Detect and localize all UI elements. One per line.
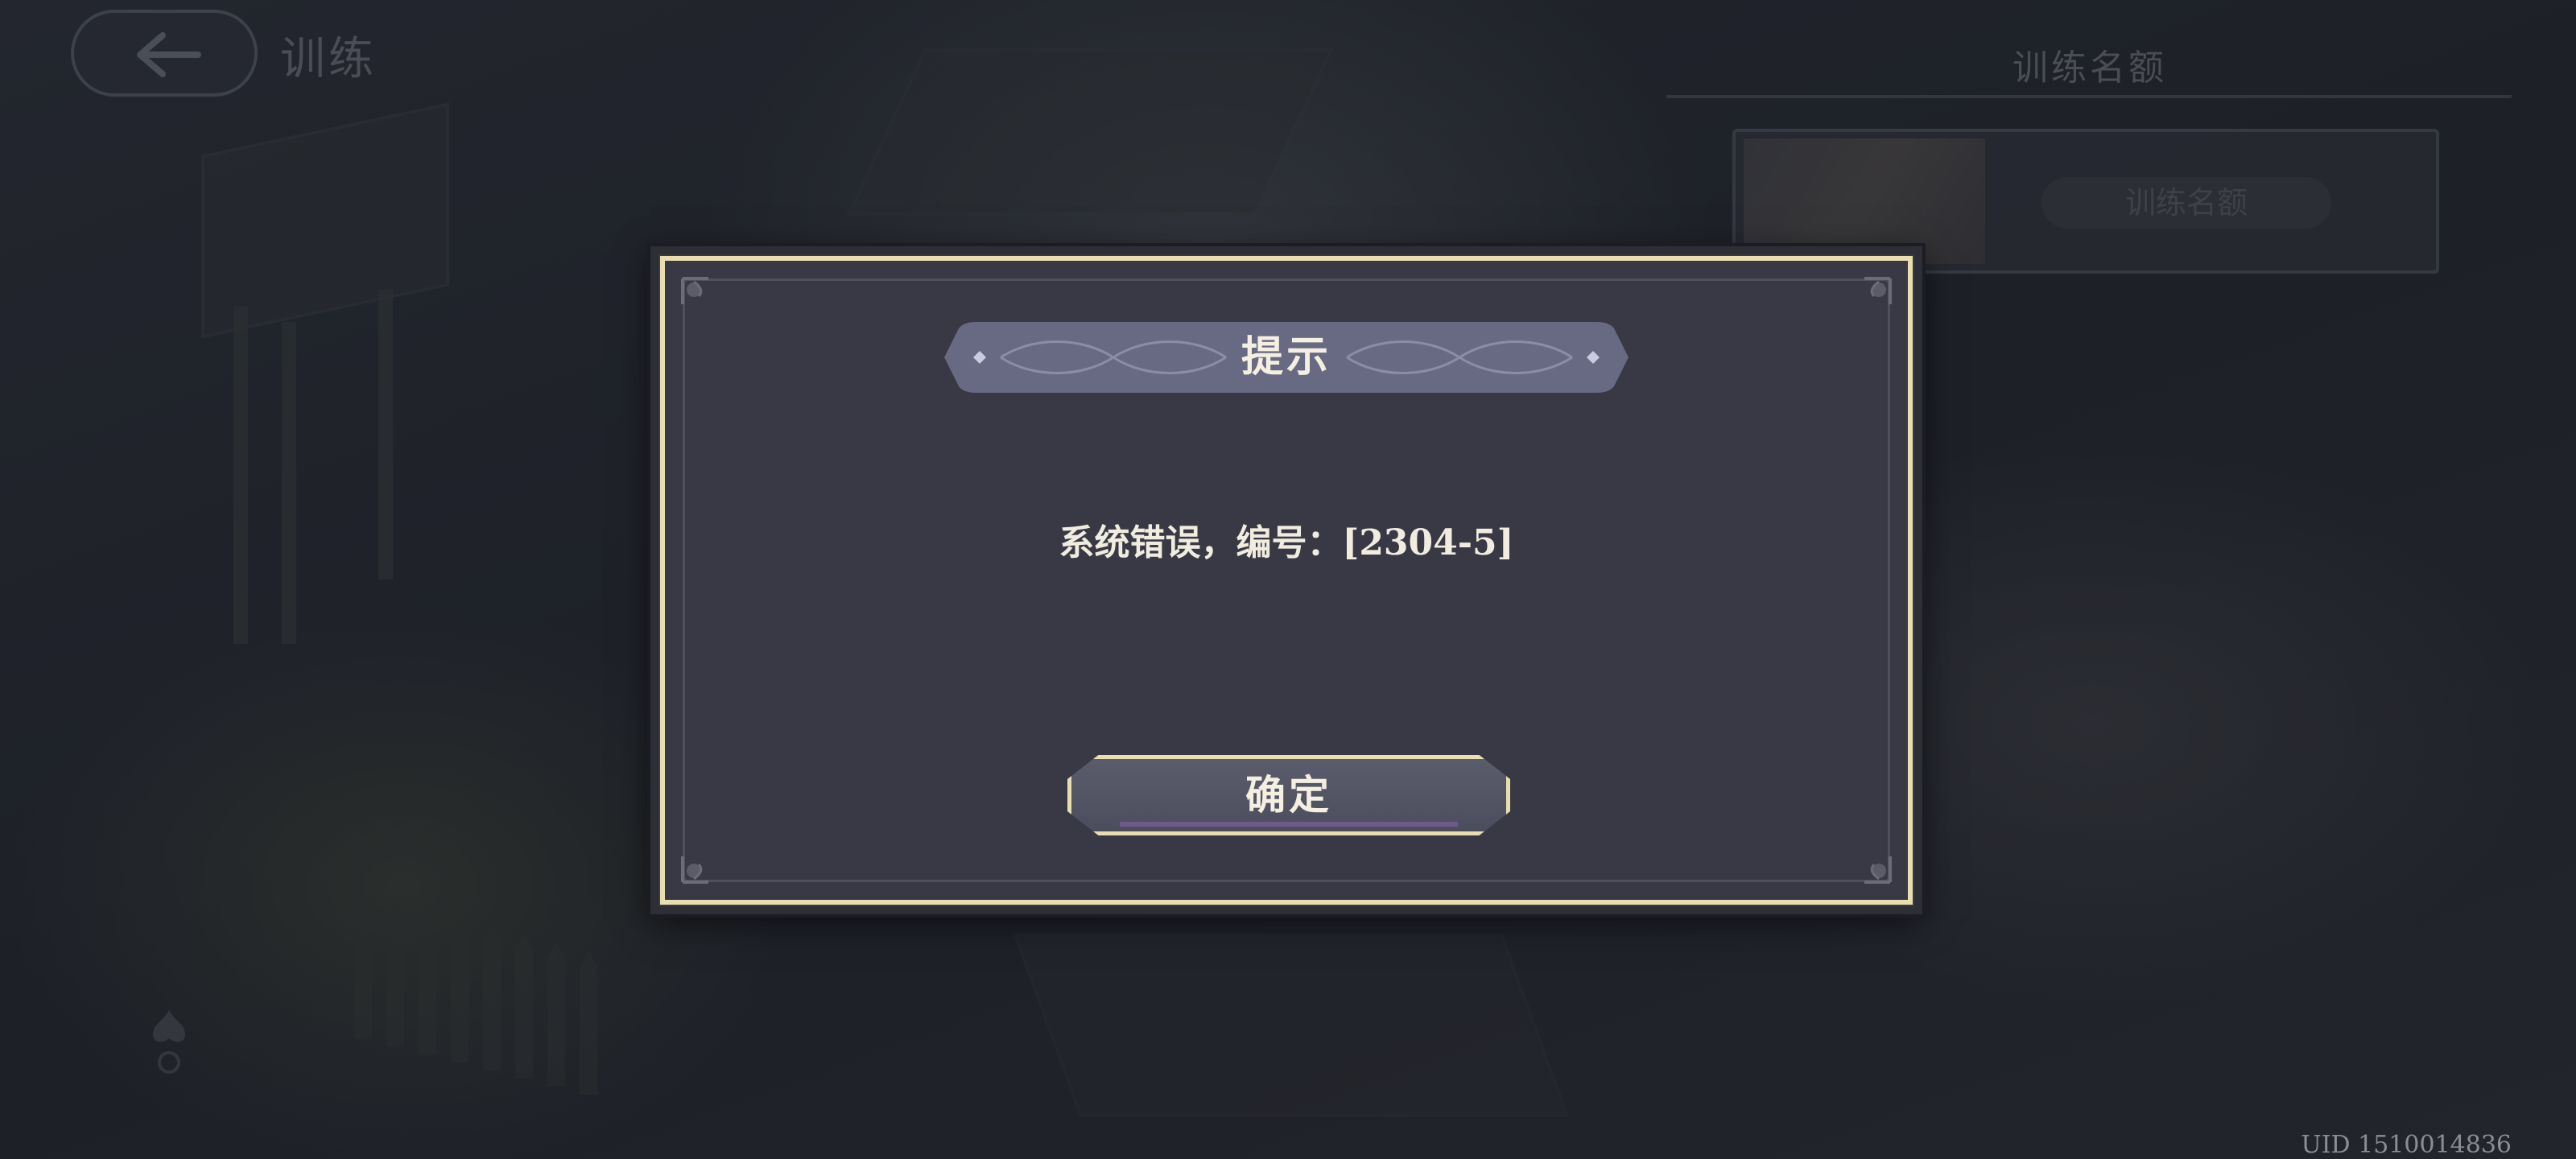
scene-building (1013, 934, 1570, 1117)
dialog-message: 系统错误，编号：[2304-5] (1059, 522, 1514, 563)
fleur-corner-icon (681, 856, 708, 884)
page-title: 训练 (280, 33, 377, 85)
back-button[interactable] (71, 10, 258, 97)
arrow-left-icon (137, 32, 201, 77)
scene-roof (201, 102, 449, 339)
fleur-corner-icon (1864, 856, 1892, 884)
fleur-icon (153, 1010, 185, 1074)
uid-label: UID 1510014836 (2301, 1131, 2512, 1159)
game-screen: 训练 训练名额 训练名额 UID 1510014836 提示 系统错误，编号：[… (0, 0, 2576, 1159)
dialog-title-bar: 提示 (944, 322, 1629, 393)
scene-post (378, 290, 393, 580)
scene-building (846, 48, 1334, 216)
fence-stake (515, 934, 533, 1079)
fence-stake (354, 893, 372, 1038)
confirm-button[interactable]: 确定 (1067, 755, 1510, 835)
fence-stake (419, 909, 436, 1054)
fence-stake (483, 926, 501, 1070)
fence-stake (451, 918, 469, 1062)
button-accent-line (1120, 822, 1458, 827)
rank-panel-title: 训练名额 (2013, 47, 2167, 89)
scene-post (233, 306, 248, 644)
character-portrait (1744, 138, 1985, 264)
rank-panel-divider (1666, 95, 2512, 98)
fleur-corner-icon (681, 277, 708, 304)
scene-post (282, 322, 296, 644)
alert-dialog: 提示 系统错误，编号：[2304-5] 确定 (650, 246, 1922, 914)
fence-stake (386, 901, 404, 1046)
fence-stake (580, 950, 597, 1095)
fleur-corner-icon (1864, 277, 1892, 304)
fence-stake (547, 942, 565, 1087)
confirm-button-label: 确定 (1245, 771, 1332, 819)
dialog-title: 提示 (1241, 332, 1331, 382)
rank-badge: 训练名额 (2041, 177, 2331, 229)
